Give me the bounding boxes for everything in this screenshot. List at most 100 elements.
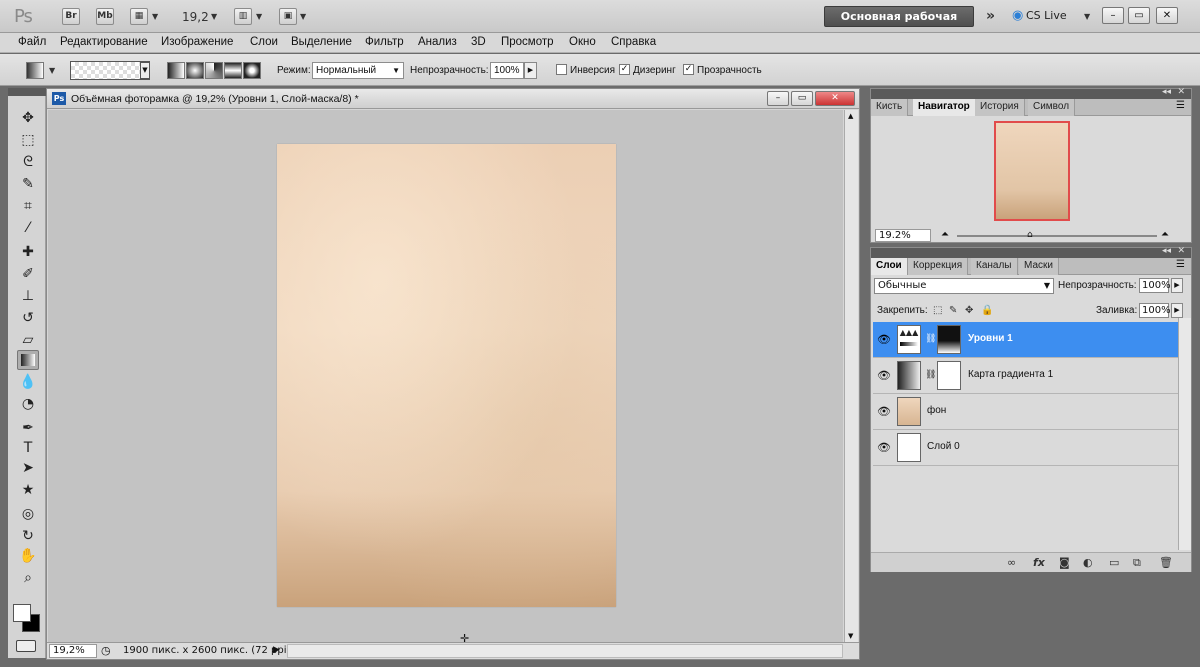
crop-tool-icon[interactable]: ⌗ — [17, 196, 39, 216]
lock-image-pixels-icon[interactable]: ✎ — [949, 305, 957, 316]
opacity-slider-button[interactable]: ▶ — [524, 62, 537, 79]
fill-input[interactable]: 100% — [1139, 303, 1171, 318]
chevron-down-icon[interactable]: ▼ — [1084, 12, 1090, 21]
foreground-color-swatch[interactable] — [13, 604, 31, 622]
menu-help[interactable]: Справка — [611, 36, 656, 48]
navigator-zoom-slider[interactable] — [957, 235, 1157, 237]
lock-all-icon[interactable]: 🔒 — [981, 305, 993, 316]
panel-header[interactable]: ◂◂ ✕ — [871, 246, 1191, 258]
layer-row[interactable]: 👁 ⛓ Карта градиента 1 — [873, 358, 1178, 394]
marquee-tool-icon[interactable]: ⬚ — [17, 130, 39, 150]
inverse-checkbox[interactable] — [556, 64, 567, 75]
gradient-tool-preset-icon[interactable] — [26, 62, 44, 79]
layer-name[interactable]: Слой 0 — [927, 441, 960, 452]
visibility-eye-icon[interactable]: 👁 — [877, 369, 891, 382]
slider-knob[interactable]: ⌂ — [1027, 230, 1033, 240]
pen-tool-icon[interactable]: ✒ — [17, 418, 39, 438]
new-group-icon[interactable]: ▭ — [1109, 556, 1119, 569]
lock-transparent-pixels-icon[interactable]: ⬚ — [933, 305, 942, 316]
clone-stamp-tool-icon[interactable]: ⊥ — [17, 286, 39, 306]
canvas-image[interactable] — [277, 144, 616, 607]
zoom-level[interactable]: 19,2 — [182, 10, 209, 24]
tab-masks[interactable]: Маски — [1019, 258, 1059, 275]
chevron-down-icon[interactable]: ▼ — [49, 66, 55, 75]
gradient-picker-dropdown[interactable]: ▼ — [140, 62, 150, 79]
menu-view[interactable]: Просмотр — [501, 36, 554, 48]
dither-checkbox[interactable]: ✓ — [619, 64, 630, 75]
layer-row[interactable]: 👁 ▲▲▲ ⛓ Уровни 1 — [873, 322, 1178, 358]
zoom-tool-icon[interactable]: ⌕ — [17, 568, 39, 588]
view-extras-icon[interactable]: ▦ — [130, 8, 148, 25]
delete-layer-icon[interactable]: 🗑 — [1159, 556, 1173, 569]
cs-live-button[interactable]: CS Live — [1026, 9, 1067, 22]
toolbox-header[interactable] — [8, 88, 46, 96]
document-close-button[interactable]: ✕ — [815, 91, 855, 106]
link-icon[interactable]: ⛓ — [925, 334, 936, 344]
layers-scrollbar[interactable] — [1178, 318, 1191, 550]
status-zoom-field[interactable]: 19,2% — [49, 644, 97, 658]
close-button[interactable]: ✕ — [1156, 7, 1178, 24]
menu-select[interactable]: Выделение — [291, 36, 352, 48]
quick-selection-tool-icon[interactable]: ✎ — [17, 174, 39, 194]
new-adjustment-layer-icon[interactable]: ◐ — [1083, 556, 1093, 569]
lock-position-icon[interactable]: ✥ — [965, 305, 973, 316]
layer-name[interactable]: Уровни 1 — [968, 333, 1013, 344]
panel-menu-icon[interactable]: ☰ — [1176, 259, 1185, 270]
layer-name[interactable]: Карта градиента 1 — [968, 369, 1053, 380]
menu-file[interactable]: Файл — [18, 36, 46, 48]
blur-tool-icon[interactable]: 💧 — [17, 372, 39, 392]
chevron-down-icon[interactable]: ▼ — [211, 12, 217, 21]
arrange-documents-icon[interactable]: ▥ — [234, 8, 252, 25]
horizontal-scrollbar[interactable] — [287, 644, 843, 658]
navigator-thumbnail[interactable] — [994, 121, 1070, 221]
menu-analysis[interactable]: Анализ — [418, 36, 457, 48]
document-maximize-button[interactable]: ▭ — [791, 91, 813, 106]
tab-layers[interactable]: Слои — [871, 258, 908, 275]
bridge-button[interactable]: Br — [62, 8, 80, 25]
layer-mask-thumbnail[interactable] — [937, 361, 961, 390]
link-icon[interactable]: ⛓ — [925, 370, 936, 380]
shape-tool-icon[interactable]: ★ — [17, 480, 39, 500]
navigator-zoom-field[interactable]: 19.2% — [875, 229, 931, 242]
fill-slider-button[interactable]: ▶ — [1171, 303, 1183, 318]
layer-style-icon[interactable]: fx — [1033, 556, 1045, 569]
tab-adjustments[interactable]: Коррекция — [908, 258, 969, 275]
3d-orbit-tool-icon[interactable]: ↻ — [17, 526, 39, 546]
visibility-eye-icon[interactable]: 👁 — [877, 333, 891, 346]
panel-header[interactable]: ◂◂ ✕ — [871, 87, 1191, 99]
menu-image[interactable]: Изображение — [161, 36, 233, 48]
vertical-scrollbar[interactable]: ▲ ▼ — [844, 110, 858, 642]
chevron-down-icon[interactable]: ▼ — [152, 12, 158, 21]
opacity-input[interactable]: 100% — [490, 62, 524, 79]
status-info-icon[interactable]: ◷ — [101, 644, 111, 657]
healing-brush-tool-icon[interactable]: ✚ — [17, 242, 39, 262]
menu-3d[interactable]: 3D — [471, 36, 486, 48]
dodge-tool-icon[interactable]: ◔ — [17, 394, 39, 414]
mini-bridge-button[interactable]: Mb — [96, 8, 114, 25]
visibility-eye-icon[interactable]: 👁 — [877, 441, 891, 454]
tab-navigator[interactable]: Навигатор — [913, 99, 976, 116]
angle-gradient-icon[interactable] — [205, 62, 223, 79]
layer-mask-thumbnail[interactable] — [937, 325, 961, 354]
chevron-down-icon[interactable]: ▼ — [256, 12, 262, 21]
workspace-button[interactable]: Основная рабочая среда — [824, 6, 974, 42]
document-minimize-button[interactable]: – — [767, 91, 789, 106]
document-title-bar[interactable]: Ps Объёмная фоторамка @ 19,2% (Уровни 1,… — [47, 89, 859, 109]
zoom-in-icon[interactable]: ⏶ — [1161, 229, 1169, 240]
layer-name[interactable]: фон — [927, 405, 946, 416]
quick-mask-icon[interactable] — [16, 640, 36, 652]
gradient-tool-icon[interactable] — [17, 350, 39, 370]
lasso-tool-icon[interactable]: ᘓ — [17, 152, 39, 172]
transparency-checkbox[interactable]: ✓ — [683, 64, 694, 75]
linear-gradient-icon[interactable] — [167, 62, 185, 79]
eraser-tool-icon[interactable]: ▱ — [17, 330, 39, 350]
3d-rotate-tool-icon[interactable]: ◎ — [17, 504, 39, 524]
path-selection-tool-icon[interactable]: ➤ — [17, 458, 39, 478]
type-tool-icon[interactable]: T — [17, 438, 39, 458]
new-layer-icon[interactable]: ⧉ — [1133, 556, 1141, 570]
menu-window[interactable]: Окно — [569, 36, 596, 48]
more-workspaces-icon[interactable]: » — [986, 8, 995, 24]
screen-mode-icon[interactable]: ▣ — [279, 8, 297, 25]
menu-filter[interactable]: Фильтр — [365, 36, 404, 48]
menu-edit[interactable]: Редактирование — [60, 36, 148, 48]
